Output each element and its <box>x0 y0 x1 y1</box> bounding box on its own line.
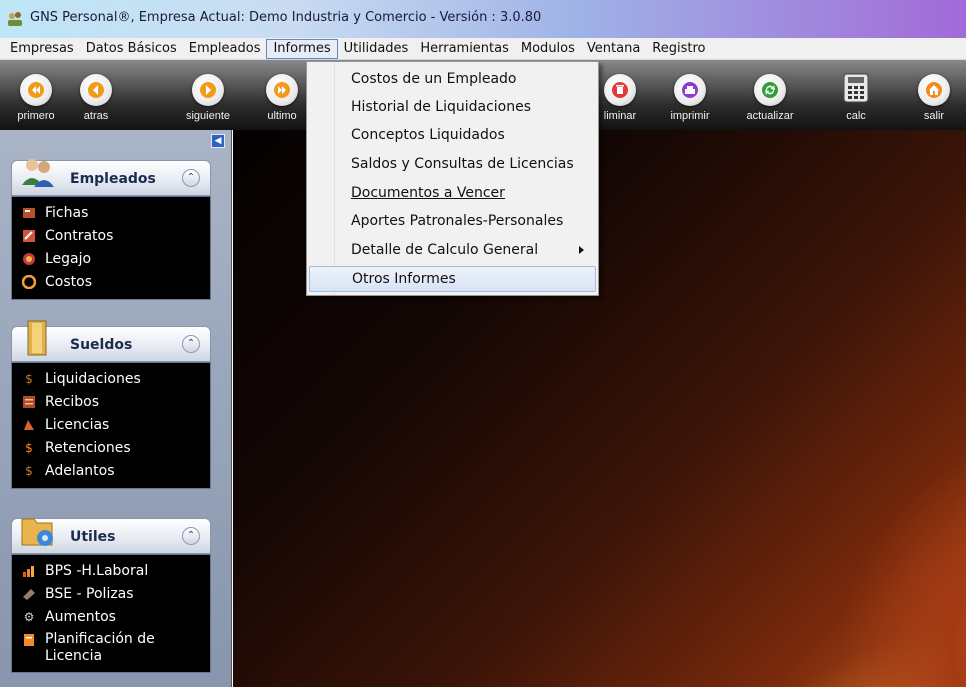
menu-item-saldos-licencias[interactable]: Saldos y Consultas de Licencias <box>309 151 596 177</box>
menu-datos-basicos[interactable]: Datos Básicos <box>80 39 183 59</box>
menu-ventana[interactable]: Ventana <box>581 39 646 59</box>
card-icon <box>22 206 36 220</box>
sidebar-item-fichas[interactable]: Fichas <box>22 201 210 224</box>
chevron-up-icon[interactable]: ⌃ <box>182 169 200 187</box>
group-title-empleados: Empleados <box>70 171 156 187</box>
folder-gear-icon <box>18 511 58 551</box>
sidebar-item-bps[interactable]: BPS -H.Laboral <box>22 559 210 582</box>
menu-herramientas[interactable]: Herramientas <box>414 39 515 59</box>
exit-label: salir <box>923 110 945 122</box>
sidebar-item-aumentos[interactable]: ⚙ Aumentos <box>22 605 210 628</box>
menu-item-aportes-patronales[interactable]: Aportes Patronales-Personales <box>309 208 596 234</box>
back-icon <box>80 74 112 106</box>
group-header-utiles[interactable]: Utiles ⌃ <box>11 518 211 554</box>
menu-item-historial-liquidaciones[interactable]: Historial de Liquidaciones <box>309 94 596 120</box>
menu-item-detalle-calculo-label: Detalle de Calculo General <box>351 242 539 258</box>
calc-button[interactable]: calc <box>826 60 886 130</box>
dollar-icon: $ <box>25 440 33 455</box>
menu-informes[interactable]: Informes <box>266 38 338 59</box>
submenu-arrow-icon <box>579 246 584 254</box>
chevron-up-icon[interactable]: ⌃ <box>182 335 200 353</box>
people-icon <box>18 153 58 193</box>
refresh-button[interactable]: actualizar <box>740 60 800 130</box>
sidebar-item-recibos[interactable]: Recibos <box>22 390 210 413</box>
sidebar-item-licencias[interactable]: Licencias <box>22 413 210 436</box>
dollar-icon: $ <box>25 371 33 386</box>
menu-utilidades[interactable]: Utilidades <box>338 39 415 59</box>
exit-button[interactable]: salir <box>904 60 964 130</box>
group-header-sueldos[interactable]: Sueldos ⌃ <box>11 320 211 362</box>
app-icon <box>6 10 24 28</box>
cost-icon <box>22 274 36 289</box>
menu-item-costos-empleado[interactable]: Costos de un Empleado <box>309 66 596 92</box>
menu-item-conceptos-liquidados[interactable]: Conceptos Liquidados <box>309 122 596 148</box>
last-button[interactable]: ultimo <box>252 60 312 130</box>
collapse-sidebar-icon[interactable]: ◀ <box>211 134 225 148</box>
dollar-icon: $ <box>25 463 33 478</box>
sidebar-item-planificacion[interactable]: Planificación de Licencia <box>22 628 210 666</box>
back-label: atras <box>83 110 109 122</box>
back-button[interactable]: atras <box>66 60 126 130</box>
group-sueldos: Sueldos ⌃ $ Liquidaciones Recibos Licenc… <box>11 320 211 489</box>
sidebar: ◀ Empleados ⌃ Fichas Contratos Legajo Co… <box>0 130 232 687</box>
planning-icon <box>22 633 36 647</box>
menu-empresas[interactable]: Empresas <box>4 39 80 59</box>
print-button[interactable]: imprimir <box>660 60 720 130</box>
group-body-sueldos: $ Liquidaciones Recibos Licencias $ Rete… <box>11 362 211 489</box>
sidebar-item-adelantos[interactable]: $ Adelantos <box>22 459 210 482</box>
informes-menu: Costos de un Empleado Historial de Liqui… <box>306 61 599 296</box>
binder-icon <box>18 319 58 359</box>
license-icon <box>22 418 36 432</box>
group-utiles: Utiles ⌃ BPS -H.Laboral BSE - Polizas ⚙ … <box>11 518 211 673</box>
delete-icon <box>604 74 636 106</box>
exit-icon <box>918 74 950 106</box>
menu-registro[interactable]: Registro <box>646 39 711 59</box>
menu-item-documentos-vencer[interactable]: Documentos a Vencer <box>309 180 596 206</box>
folder-icon <box>22 252 36 266</box>
last-icon <box>266 74 298 106</box>
sidebar-item-retenciones[interactable]: $ Retenciones <box>22 436 210 459</box>
next-label: siguiente <box>185 110 231 122</box>
group-title-utiles: Utiles <box>70 529 116 545</box>
menu-modulos[interactable]: Modulos <box>515 39 581 59</box>
group-header-empleados[interactable]: Empleados ⌃ <box>11 159 211 196</box>
group-body-empleados: Fichas Contratos Legajo Costos <box>11 196 211 300</box>
gear-icon: ⚙ <box>23 609 35 624</box>
print-icon <box>674 74 706 106</box>
menu-item-documentos-vencer-label: Documentos a Vencer <box>351 185 505 201</box>
chart-icon <box>22 564 36 578</box>
calculator-icon <box>840 72 872 104</box>
print-label: imprimir <box>670 110 710 122</box>
next-button[interactable]: siguiente <box>178 60 238 130</box>
window-title: GNS Personal®, Empresa Actual: Demo Indu… <box>30 10 542 25</box>
sidebar-item-legajo[interactable]: Legajo <box>22 247 210 270</box>
receipt-icon <box>22 395 36 409</box>
group-empleados: Empleados ⌃ Fichas Contratos Legajo Cost… <box>11 159 211 300</box>
delete-button[interactable]: liminar <box>590 60 650 130</box>
group-title-sueldos: Sueldos <box>70 337 133 353</box>
refresh-icon <box>754 74 786 106</box>
first-icon <box>20 74 52 106</box>
group-body-utiles: BPS -H.Laboral BSE - Polizas ⚙ Aumentos … <box>11 554 211 673</box>
menu-empleados[interactable]: Empleados <box>183 39 267 59</box>
sidebar-item-contratos[interactable]: Contratos <box>22 224 210 247</box>
menu-bar: Empresas Datos Básicos Empleados Informe… <box>0 38 966 60</box>
menu-item-detalle-calculo[interactable]: Detalle de Calculo General <box>309 237 596 263</box>
sidebar-item-bse[interactable]: BSE - Polizas <box>22 582 210 605</box>
policy-icon <box>22 587 36 601</box>
sidebar-item-liquidaciones[interactable]: $ Liquidaciones <box>22 367 210 390</box>
sidebar-item-costos[interactable]: Costos <box>22 270 210 293</box>
chevron-up-icon[interactable]: ⌃ <box>182 527 200 545</box>
menu-item-otros-informes[interactable]: Otros Informes <box>309 266 596 292</box>
contract-icon <box>22 229 36 243</box>
title-bar: GNS Personal®, Empresa Actual: Demo Indu… <box>0 0 966 38</box>
next-icon <box>192 74 224 106</box>
refresh-label: actualizar <box>746 110 794 122</box>
calc-label: calc <box>846 110 866 122</box>
